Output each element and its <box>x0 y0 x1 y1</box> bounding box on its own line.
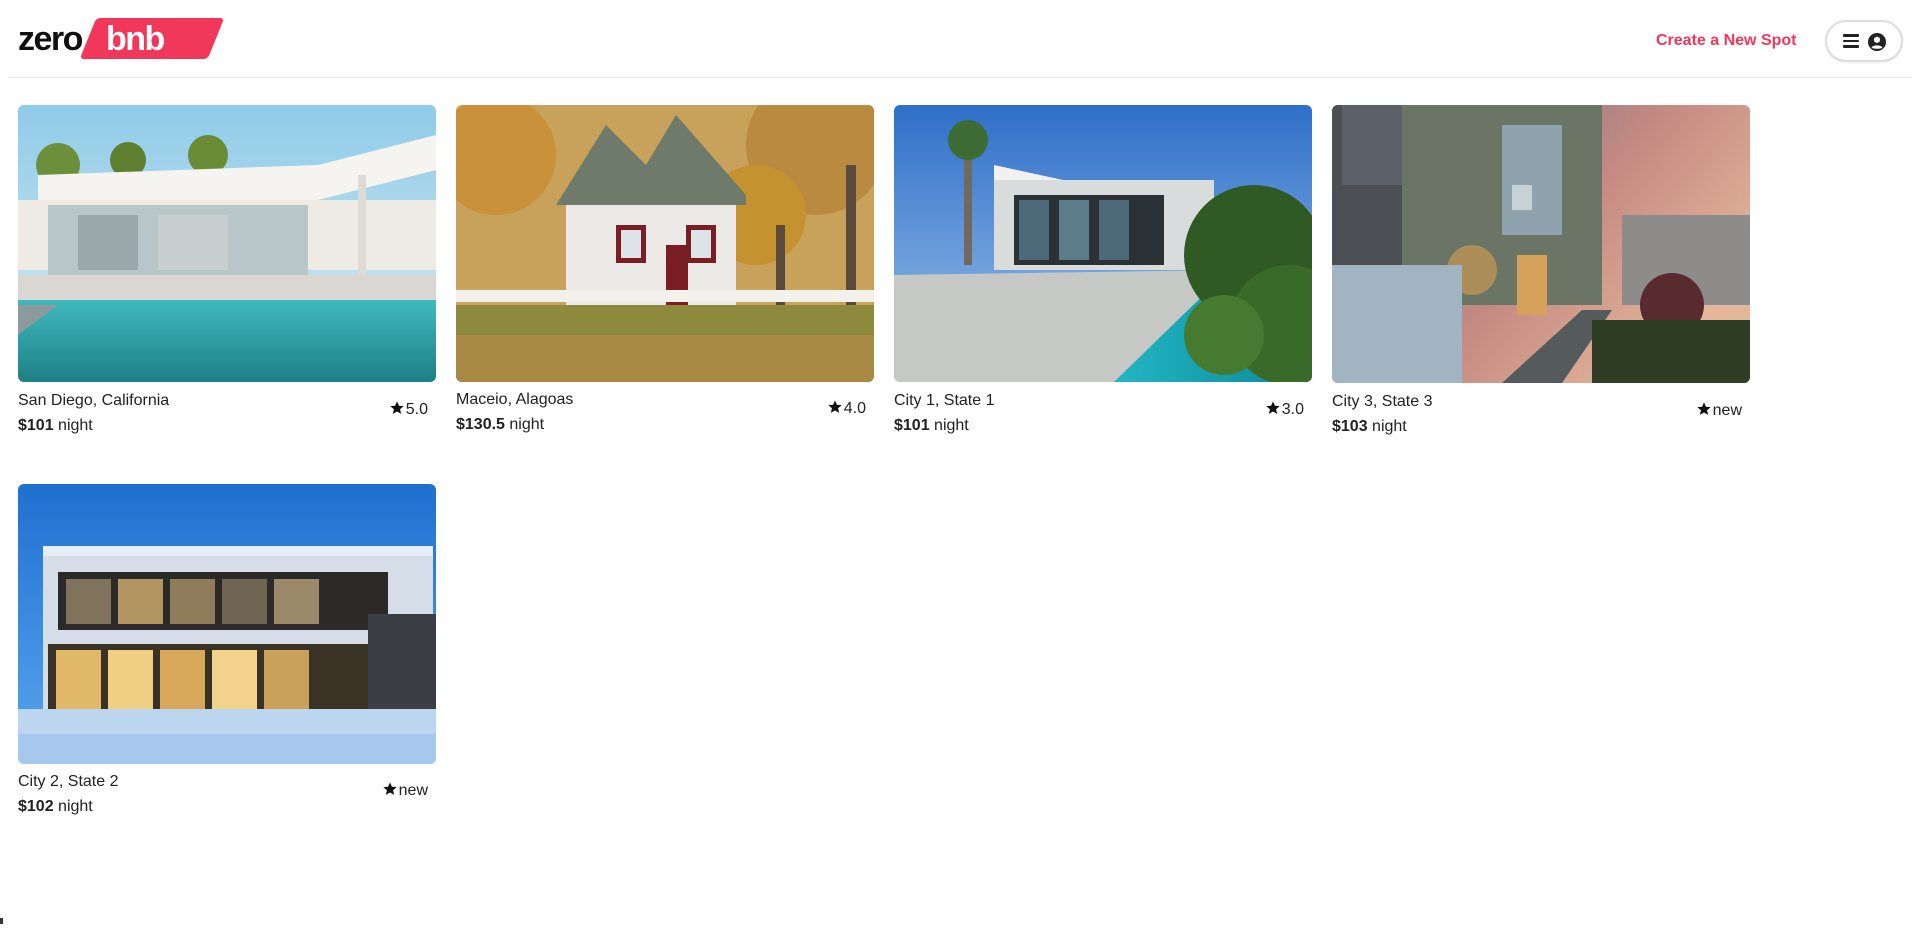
star-icon <box>382 782 397 795</box>
spot-location: Maceio, Alagoas <box>456 391 574 408</box>
spot-rating-value: new <box>1712 402 1742 419</box>
spot-location: City 3, State 3 <box>1332 393 1433 410</box>
logo-text-zero: zero <box>18 20 83 58</box>
spot-price-unit: night <box>509 416 545 433</box>
spot-rating-value: 3.0 <box>1281 401 1304 418</box>
spot-price: $103 night <box>1332 418 1407 436</box>
spot-price-amount: $101 <box>18 417 54 434</box>
spot-rating: 3.0 <box>1265 400 1304 419</box>
spot-rating-value: new <box>398 782 428 799</box>
spot-price-amount: $101 <box>894 417 930 434</box>
spot-price-amount: $103 <box>1332 418 1368 435</box>
spot-rating: 5.0 <box>389 400 428 419</box>
spot-price-amount: $102 <box>18 798 54 815</box>
spot-rating-value: 4.0 <box>843 400 866 417</box>
page-corner-mark <box>0 918 3 924</box>
profile-menu-button[interactable] <box>1825 20 1903 62</box>
spot-price-unit: night <box>58 417 93 434</box>
spot-price-unit: night <box>58 798 93 815</box>
spot-image[interactable] <box>456 105 874 382</box>
star-icon <box>1266 401 1280 414</box>
hamburger-menu-icon <box>1843 34 1859 48</box>
spot-price: $101 night <box>894 417 969 435</box>
spot-price: $102 night <box>18 798 93 816</box>
spot-price-unit: night <box>934 417 969 434</box>
spot-image[interactable] <box>1332 105 1750 383</box>
spot-price-amount: $130.5 <box>456 416 505 433</box>
spot-image[interactable] <box>894 105 1312 382</box>
create-new-spot-link[interactable]: Create a New Spot <box>1656 32 1796 50</box>
spot-rating: new <box>382 781 428 800</box>
logo-text-bnb: bnb <box>106 20 165 58</box>
spot-location: City 1, State 1 <box>894 392 995 409</box>
spot-rating: 4.0 <box>827 399 866 418</box>
spot-location: San Diego, California <box>18 392 170 409</box>
spot-image[interactable] <box>18 105 436 382</box>
star-icon <box>390 401 404 414</box>
spot-location: City 2, State 2 <box>18 773 119 790</box>
spot-price: $101 night <box>18 417 93 435</box>
spot-image[interactable] <box>18 484 436 764</box>
zerobnb-logo[interactable]: zero bnb <box>18 18 225 60</box>
star-icon <box>828 400 842 413</box>
spot-price-unit: night <box>1372 418 1407 435</box>
star-icon <box>1696 402 1711 415</box>
spot-rating: new <box>1696 401 1742 420</box>
user-circle-icon <box>1868 33 1886 51</box>
spot-price: $130.5 night <box>456 416 544 434</box>
top-navbar: zero bnb Create a New Spot <box>8 0 1912 78</box>
spot-rating-value: 5.0 <box>405 401 428 418</box>
